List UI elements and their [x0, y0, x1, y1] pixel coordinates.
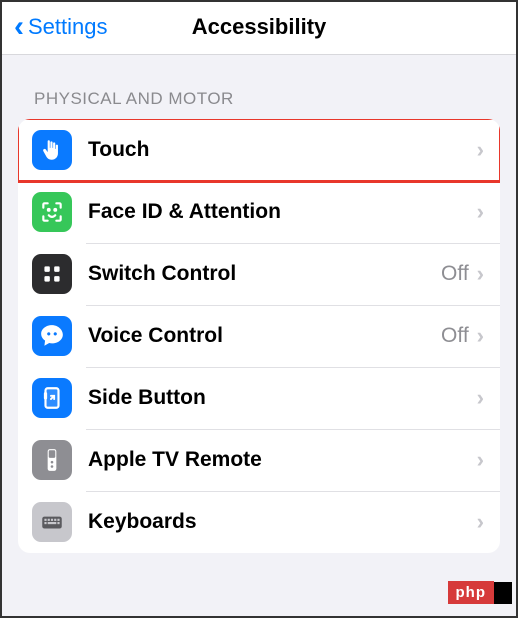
row-switch-control[interactable]: Switch Control Off › — [18, 243, 500, 305]
row-appletv-remote[interactable]: Apple TV Remote › — [18, 429, 500, 491]
section-header: PHYSICAL AND MOTOR — [2, 55, 516, 119]
row-label: Face ID & Attention — [88, 200, 477, 224]
back-label: Settings — [28, 14, 108, 40]
row-side-button[interactable]: Side Button › — [18, 367, 500, 429]
settings-list: Touch › Face ID & Attention › Switch Con… — [18, 119, 500, 553]
row-keyboards[interactable]: Keyboards › — [18, 491, 500, 553]
chevron-right-icon: › — [477, 323, 484, 349]
side-button-icon — [32, 378, 72, 418]
nav-bar: ‹ Settings Accessibility — [2, 2, 516, 55]
chevron-right-icon: › — [477, 447, 484, 473]
hand-icon — [32, 130, 72, 170]
page-title: Accessibility — [192, 14, 327, 40]
row-status: Off — [441, 262, 469, 286]
remote-icon — [32, 440, 72, 480]
grid-icon — [32, 254, 72, 294]
row-label: Side Button — [88, 386, 477, 410]
row-touch[interactable]: Touch › — [18, 119, 500, 181]
chevron-right-icon: › — [477, 137, 484, 163]
row-label: Touch — [88, 138, 477, 162]
row-status: Off — [441, 324, 469, 348]
settings-screen: ‹ Settings Accessibility PHYSICAL AND MO… — [2, 2, 516, 616]
back-button[interactable]: ‹ Settings — [14, 12, 108, 42]
face-icon — [32, 192, 72, 232]
row-voice-control[interactable]: Voice Control Off › — [18, 305, 500, 367]
chevron-right-icon: › — [477, 509, 484, 535]
chevron-right-icon: › — [477, 385, 484, 411]
chevron-right-icon: › — [477, 261, 484, 287]
row-faceid[interactable]: Face ID & Attention › — [18, 181, 500, 243]
row-label: Voice Control — [88, 324, 441, 348]
chevron-right-icon: › — [477, 199, 484, 225]
watermark: php — [448, 581, 495, 604]
row-label: Apple TV Remote — [88, 448, 477, 472]
chevron-left-icon: ‹ — [14, 12, 24, 42]
voice-icon — [32, 316, 72, 356]
row-label: Keyboards — [88, 510, 477, 534]
keyboard-icon — [32, 502, 72, 542]
row-label: Switch Control — [88, 262, 441, 286]
